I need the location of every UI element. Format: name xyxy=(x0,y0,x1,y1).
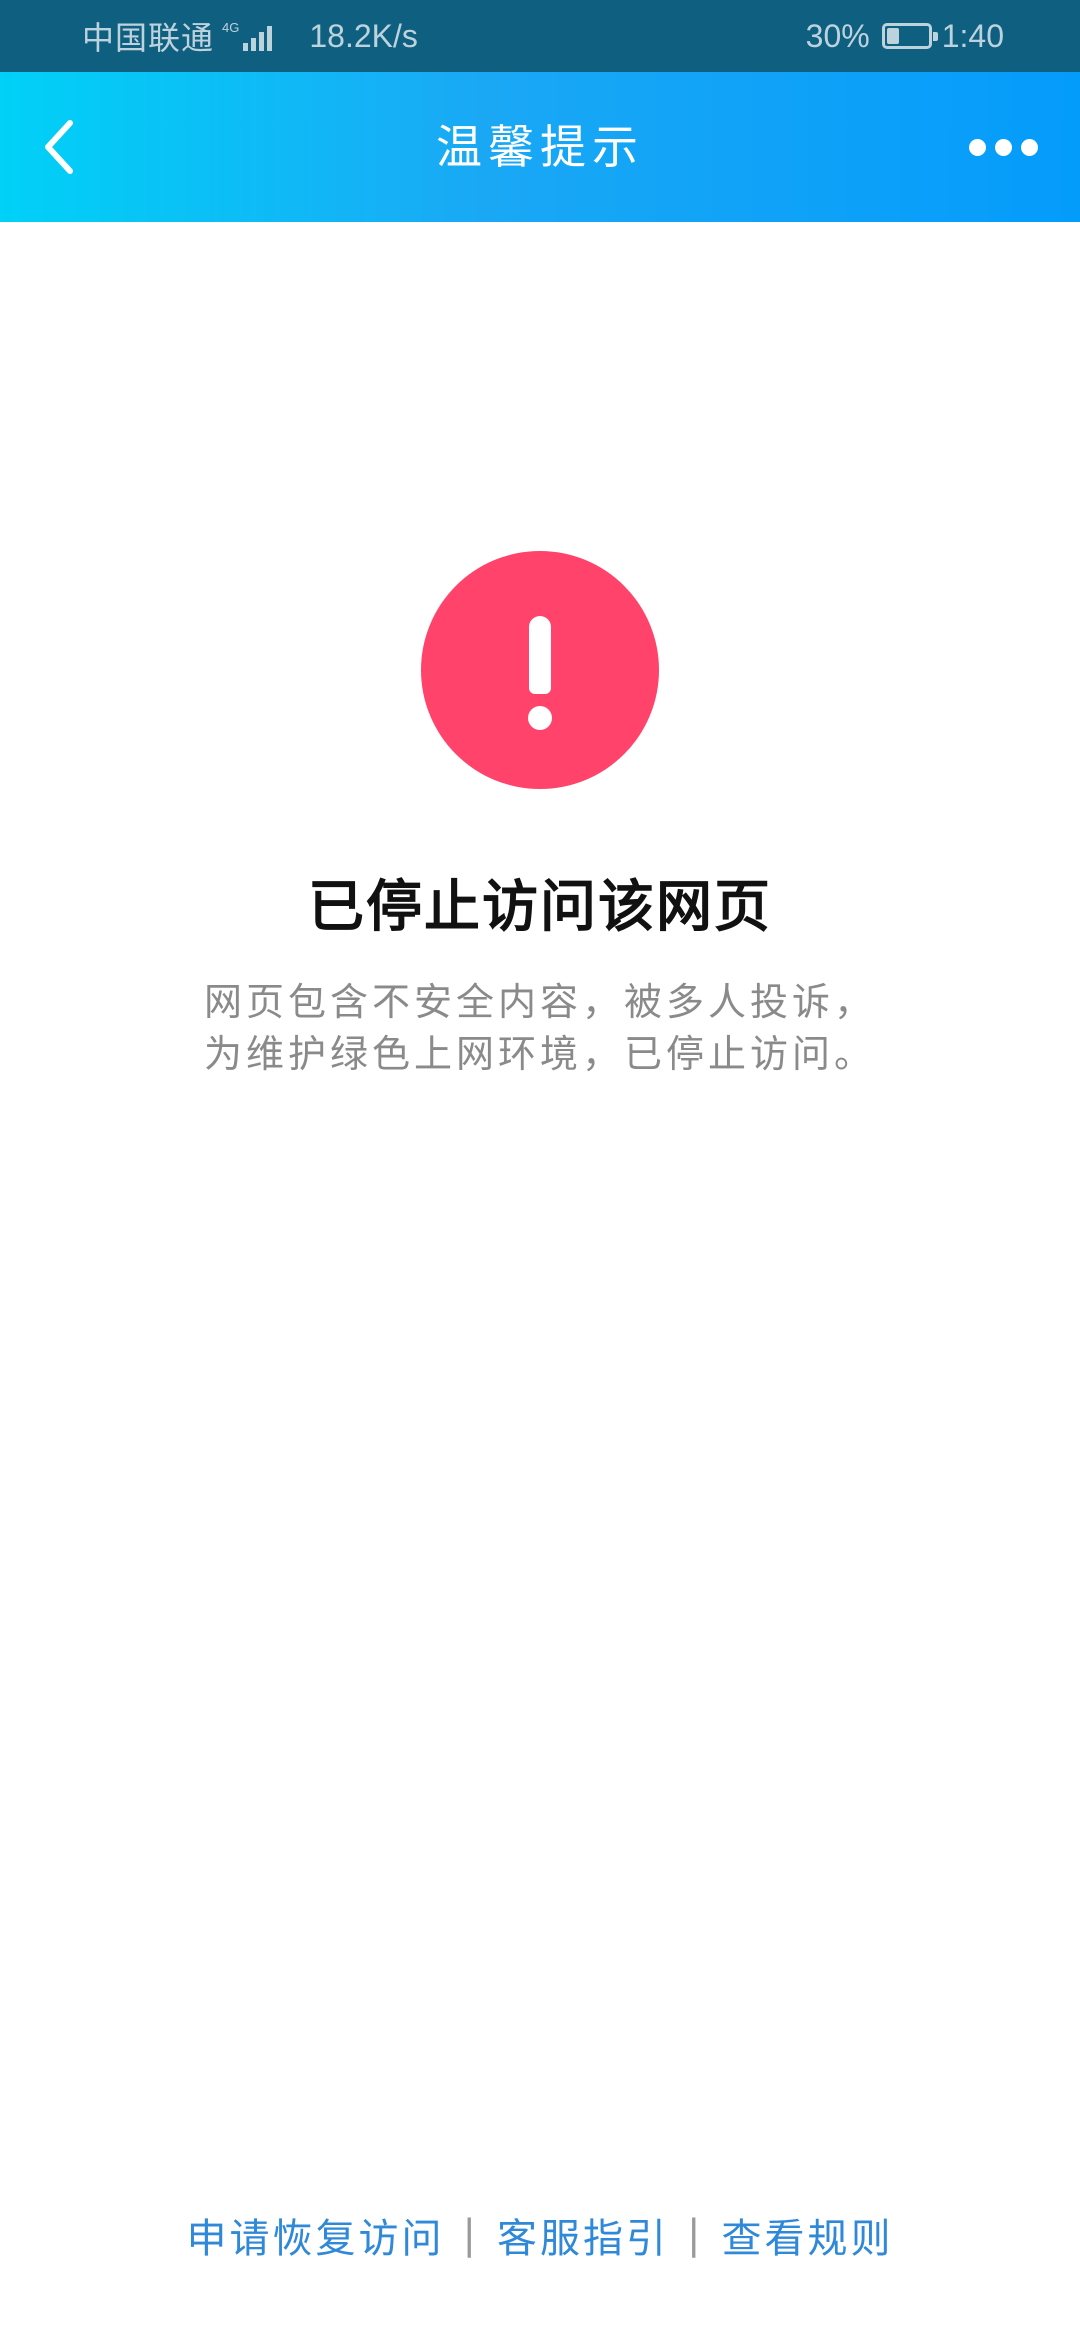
network-speed: 18.2K/s xyxy=(309,17,418,54)
status-bar: 中国联通 4G 18.2K/s 30% 1:40 xyxy=(0,0,1080,72)
clock-time: 1:40 xyxy=(941,17,1004,54)
exclamation-icon xyxy=(421,551,659,789)
more-dot xyxy=(1020,138,1038,156)
description-line-2: 为维护绿色上网环境，已停止访问。 xyxy=(203,1032,876,1076)
nav-bar: 温馨提示 xyxy=(0,72,1080,222)
more-dot xyxy=(994,138,1012,156)
more-dots-icon xyxy=(968,138,986,156)
footer-separator: | xyxy=(687,2212,704,2258)
battery-percent: 30% xyxy=(805,17,870,54)
blocked-headline: 已停止访问该网页 xyxy=(308,874,772,940)
exclamation-dot xyxy=(528,706,552,730)
carrier-name: 中国联通 xyxy=(82,20,215,56)
battery-fill xyxy=(886,28,899,44)
request-restore-link[interactable]: 申请恢复访问 xyxy=(187,2206,445,2264)
signal-icon: 4G xyxy=(222,21,275,51)
exclamation-stem xyxy=(529,616,551,694)
battery-icon xyxy=(881,23,938,49)
status-right: 30% 1:40 xyxy=(806,16,1004,56)
network-type: 4G xyxy=(222,20,240,35)
customer-service-link[interactable]: 客服指引 xyxy=(497,2206,669,2264)
footer-links: 申请恢复访问 | 客服指引 | 查看规则 xyxy=(0,2205,1080,2265)
status-left: 中国联通 4G 18.2K/s xyxy=(82,16,418,57)
page-title: 温馨提示 xyxy=(436,120,644,174)
description-line-1: 网页包含不安全内容，被多人投诉， xyxy=(203,980,876,1024)
blocked-description: 网页包含不安全内容，被多人投诉， 为维护绿色上网环境，已停止访问。 xyxy=(0,976,1080,1080)
more-button[interactable] xyxy=(948,117,1058,177)
footer-separator: | xyxy=(462,2212,479,2258)
app-root: 中国联通 4G 18.2K/s 30% 1:40 温馨提示 已停止访问该网页 网… xyxy=(0,0,1080,2340)
view-rules-link[interactable]: 查看规则 xyxy=(721,2206,893,2264)
